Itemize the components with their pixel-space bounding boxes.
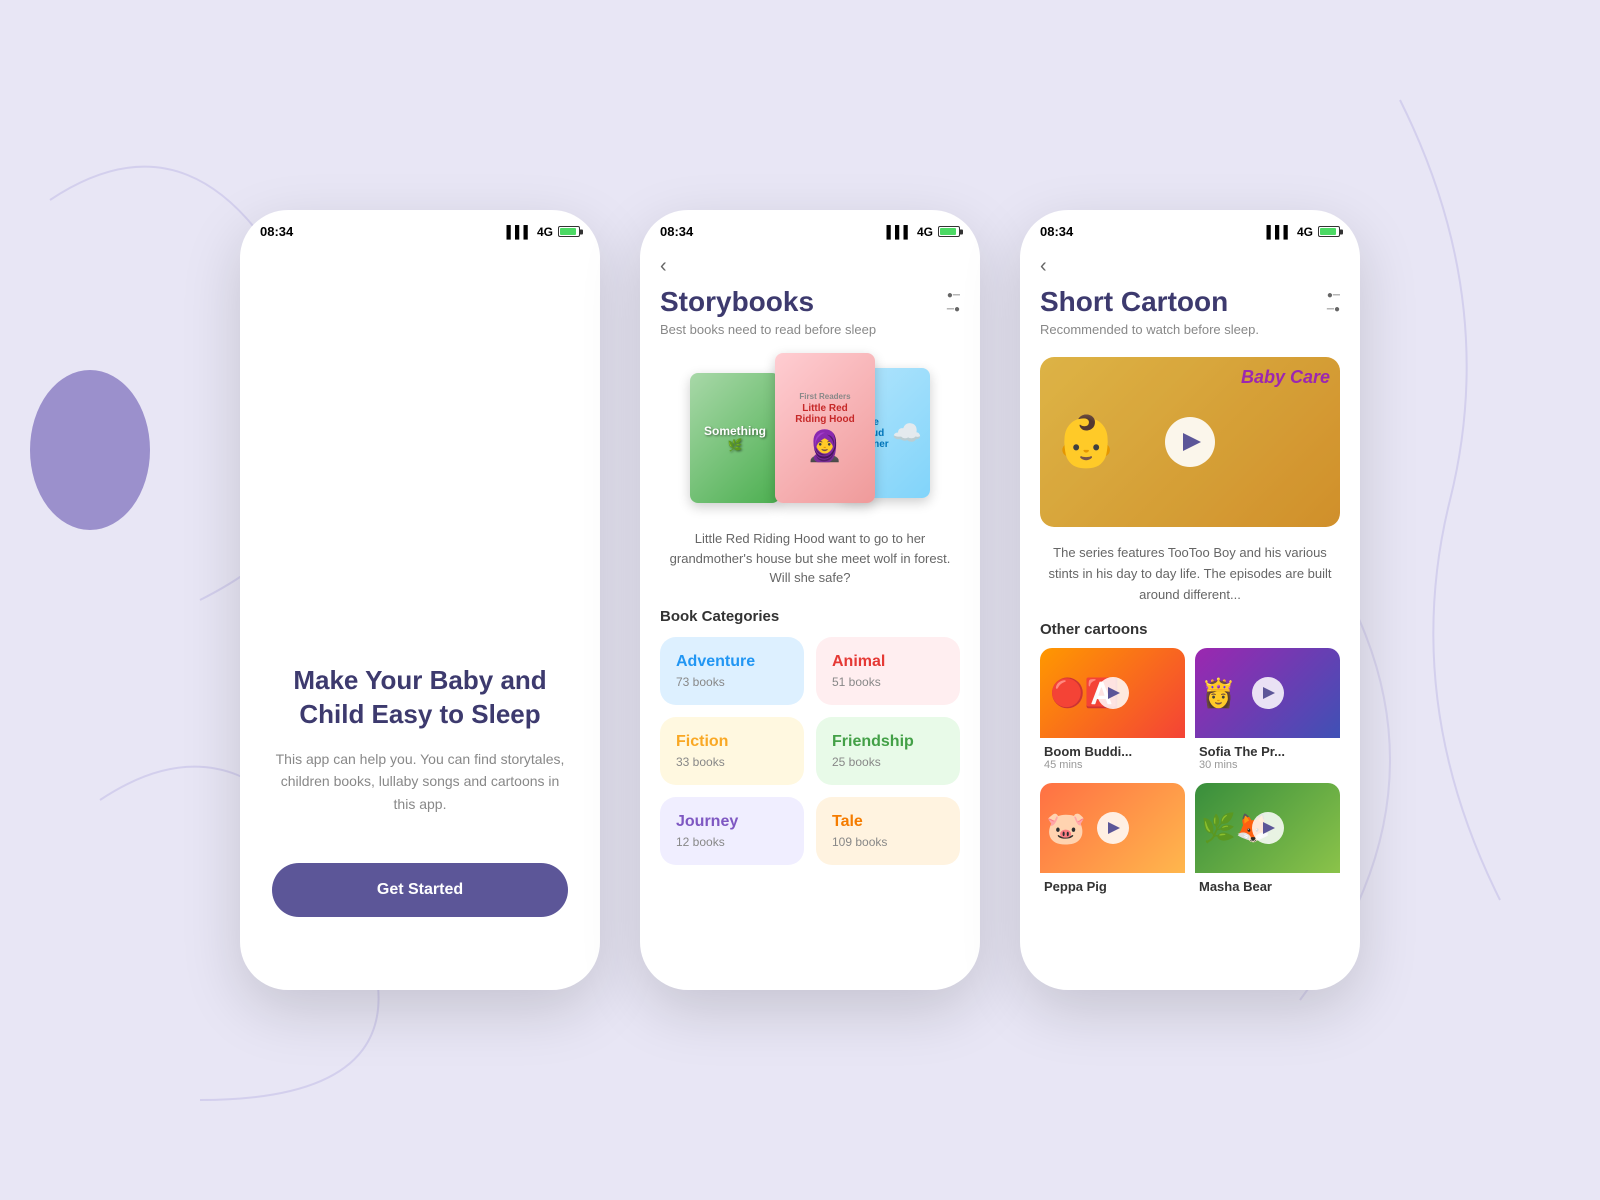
storybooks-title: Storybooks [660, 286, 876, 318]
welcome-title: Make Your Baby and Child Easy to Sleep [272, 664, 568, 732]
thumb-title-masha: Masha Bear [1199, 879, 1336, 894]
signal-bars-1: ▌▌▌ [506, 225, 532, 239]
play-btn-boom[interactable] [1097, 677, 1129, 709]
signal-bars-2: ▌▌▌ [886, 225, 912, 239]
category-adventure[interactable]: Adventure 73 books [660, 637, 804, 705]
thumb-img-peppa: 🐷 [1040, 783, 1185, 873]
thumb-title-boom: Boom Buddi... [1044, 744, 1181, 759]
play-btn-sofia[interactable] [1252, 677, 1284, 709]
book-description: Little Red Riding Hood want to go to her… [660, 529, 960, 588]
status-bar-3: 08:34 ▌▌▌ 4G [1020, 210, 1360, 247]
network-type-2: 4G [917, 225, 933, 239]
cat-count-friendship: 25 books [832, 755, 944, 769]
network-type-1: 4G [537, 225, 553, 239]
play-triangle-icon [1183, 433, 1201, 451]
thumb-info-sofia: Sofia The Pr... 30 mins [1195, 738, 1340, 773]
thumb-img-masha: 🌿🦊 [1195, 783, 1340, 873]
thumb-duration-boom: 45 mins [1044, 759, 1181, 771]
status-icons-3: ▌▌▌ 4G [1266, 225, 1340, 239]
play-btn-masha[interactable] [1252, 812, 1284, 844]
cat-count-journey: 12 books [676, 835, 788, 849]
time-1: 08:34 [260, 224, 293, 239]
main-video-player[interactable]: 👶 Baby Care [1040, 357, 1340, 527]
phone-storybooks: 08:34 ▌▌▌ 4G ‹ Storybooks Best books nee… [640, 210, 980, 990]
cat-name-adventure: Adventure [676, 653, 788, 671]
storybooks-subtitle: Best books need to read before sleep [660, 322, 876, 337]
thumb-info-boom: Boom Buddi... 45 mins [1040, 738, 1185, 773]
cat-count-tale: 109 books [832, 835, 944, 849]
thumb-title-sofia: Sofia The Pr... [1199, 744, 1336, 759]
book-cover-lrrh[interactable]: First Readers Little RedRiding Hood 🧕 [775, 353, 875, 503]
battery-1 [558, 226, 580, 237]
cat-name-tale: Tale [832, 813, 944, 831]
filter-icon[interactable]: ●─ ─● [947, 286, 960, 315]
thumb-info-masha: Masha Bear [1195, 873, 1340, 896]
category-journey[interactable]: Journey 12 books [660, 797, 804, 865]
book-covers-container: Something🌿 First Readers Little RedRidin… [660, 353, 960, 513]
cat-count-fiction: 33 books [676, 755, 788, 769]
welcome-screen: Make Your Baby and Child Easy to Sleep T… [240, 247, 600, 977]
play-triangle-sm-icon-3 [1108, 822, 1120, 834]
time-3: 08:34 [1040, 224, 1073, 239]
phone-cartoon: 08:34 ▌▌▌ 4G ‹ Short Cartoon Recommended… [1020, 210, 1360, 990]
thumb-img-sofia: 👸 [1195, 648, 1340, 738]
main-play-button[interactable] [1165, 417, 1215, 467]
battery-2 [938, 226, 960, 237]
status-icons-1: ▌▌▌ 4G [506, 225, 580, 239]
cat-count-adventure: 73 books [676, 675, 788, 689]
status-bar-1: 08:34 ▌▌▌ 4G [240, 210, 600, 247]
back-button-3[interactable]: ‹ [1040, 247, 1047, 286]
battery-3 [1318, 226, 1340, 237]
categories-title: Book Categories [660, 608, 960, 625]
status-icons-2: ▌▌▌ 4G [886, 225, 960, 239]
play-triangle-sm-icon-2 [1263, 687, 1275, 699]
book-cover-something[interactable]: Something🌿 [690, 373, 780, 503]
play-triangle-sm-icon-4 [1263, 822, 1275, 834]
signal-bars-3: ▌▌▌ [1266, 225, 1292, 239]
cat-count-animal: 51 books [832, 675, 944, 689]
cartoon-subtitle: Recommended to watch before sleep. [1040, 322, 1259, 337]
cartoon-thumb-1[interactable]: 👸 Sofia The Pr... 30 mins [1195, 648, 1340, 773]
cartoon-filter-icon[interactable]: ●─ ─● [1327, 286, 1340, 315]
baby-care-label: Baby Care [1241, 367, 1330, 388]
thumb-duration-sofia: 30 mins [1199, 759, 1336, 771]
thumb-title-peppa: Peppa Pig [1044, 879, 1181, 894]
get-started-button[interactable]: Get Started [272, 863, 568, 917]
category-friendship[interactable]: Friendship 25 books [816, 717, 960, 785]
phone-welcome: 08:34 ▌▌▌ 4G Make Your Baby and Child Ea… [240, 210, 600, 990]
main-video-description: The series features TooToo Boy and his v… [1040, 543, 1340, 605]
cat-name-fiction: Fiction [676, 733, 788, 751]
other-cartoons-title: Other cartoons [1040, 621, 1340, 638]
category-tale[interactable]: Tale 109 books [816, 797, 960, 865]
cartoon-thumb-3[interactable]: 🌿🦊 Masha Bear [1195, 783, 1340, 896]
time-2: 08:34 [660, 224, 693, 239]
welcome-body: Make Your Baby and Child Easy to Sleep T… [240, 247, 600, 977]
cat-name-friendship: Friendship [832, 733, 944, 751]
cartoon-header: Short Cartoon Recommended to watch befor… [1040, 286, 1340, 353]
category-animal[interactable]: Animal 51 books [816, 637, 960, 705]
cat-name-animal: Animal [832, 653, 944, 671]
category-fiction[interactable]: Fiction 33 books [660, 717, 804, 785]
network-type-3: 4G [1297, 225, 1313, 239]
categories-grid: Adventure 73 books Animal 51 books Ficti… [660, 637, 960, 865]
cartoon-thumbnails-grid: 🔴🅰️ Boom Buddi... 45 mins 👸 [1040, 648, 1340, 896]
cartoon-thumb-0[interactable]: 🔴🅰️ Boom Buddi... 45 mins [1040, 648, 1185, 773]
storybooks-header: Storybooks Best books need to read befor… [660, 286, 960, 353]
status-bar-2: 08:34 ▌▌▌ 4G [640, 210, 980, 247]
thumb-info-peppa: Peppa Pig [1040, 873, 1185, 896]
welcome-description: This app can help you. You can find stor… [272, 748, 568, 815]
play-btn-peppa[interactable] [1097, 812, 1129, 844]
cartoon-title: Short Cartoon [1040, 286, 1259, 318]
thumb-img-boom: 🔴🅰️ [1040, 648, 1185, 738]
cartoon-screen: ‹ Short Cartoon Recommended to watch bef… [1020, 247, 1360, 977]
cartoon-thumb-2[interactable]: 🐷 Peppa Pig [1040, 783, 1185, 896]
back-button-2[interactable]: ‹ [660, 247, 667, 286]
cat-name-journey: Journey [676, 813, 788, 831]
baby-face-emoji: 👶 [1055, 413, 1117, 472]
storybooks-screen: ‹ Storybooks Best books need to read bef… [640, 247, 980, 977]
play-triangle-sm-icon [1108, 687, 1120, 699]
